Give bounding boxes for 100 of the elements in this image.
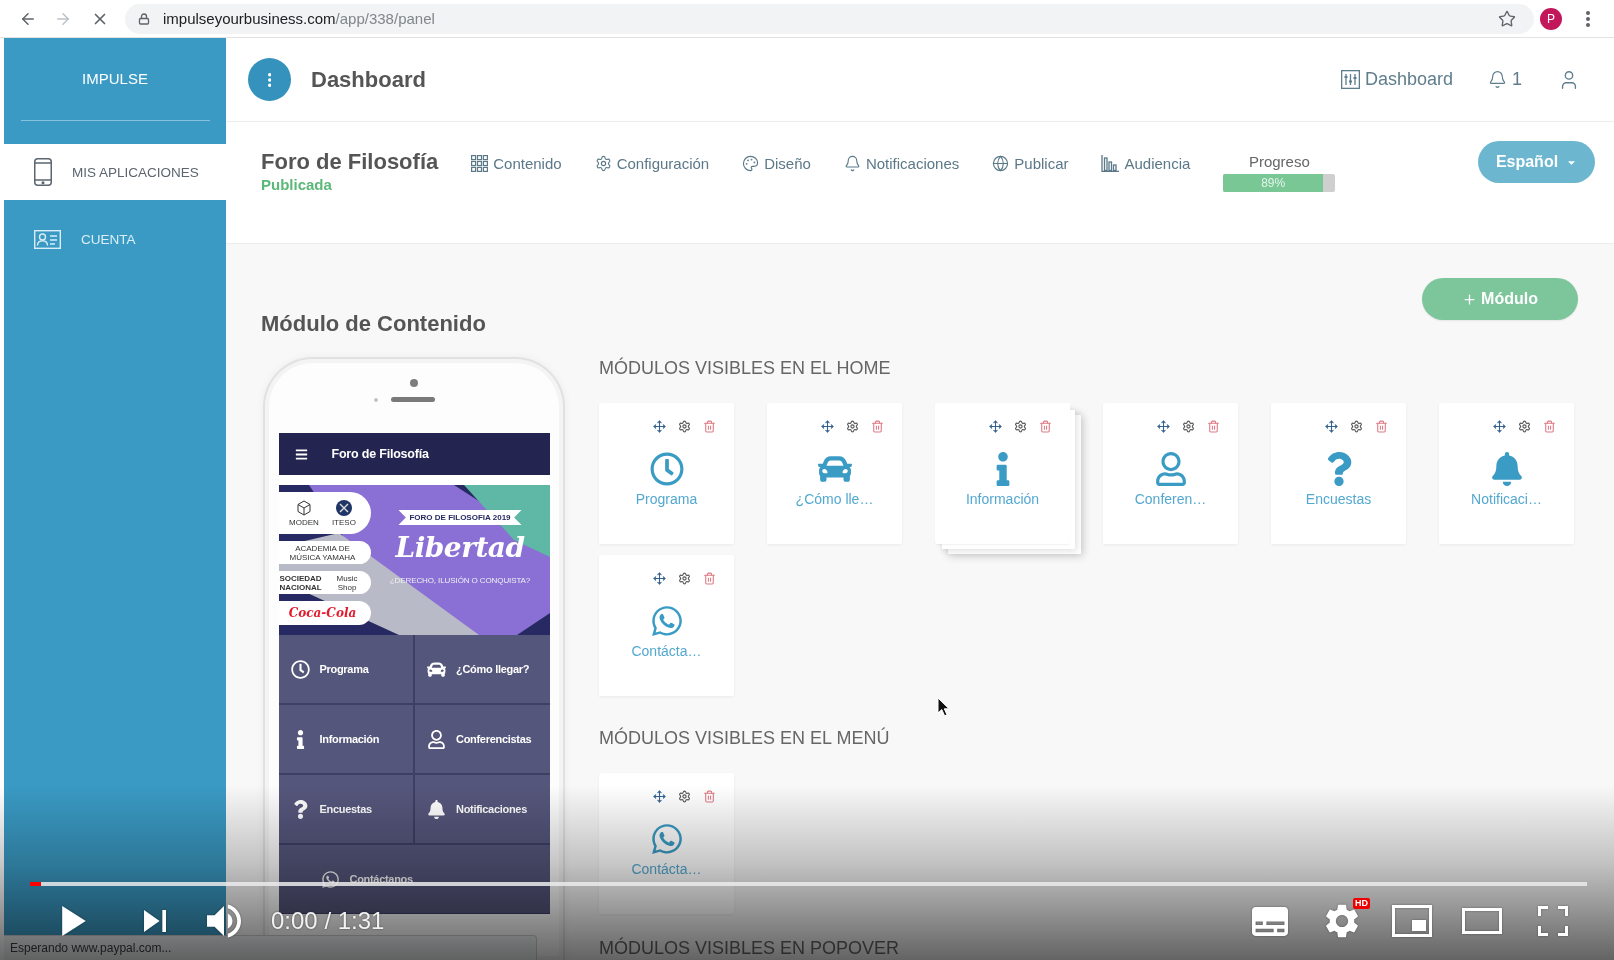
app-menu-item[interactable]: Contáctanos bbox=[278, 845, 550, 913]
module-card[interactable]: Programa bbox=[599, 403, 734, 544]
user-icon bbox=[1153, 452, 1188, 486]
module-card[interactable]: Conferen… bbox=[1103, 403, 1238, 544]
move-handle-icon[interactable] bbox=[821, 420, 834, 433]
move-handle-icon[interactable] bbox=[653, 572, 666, 585]
sidebar-item[interactable]: CUENTA bbox=[4, 211, 226, 267]
sponsor-name: MODEN bbox=[289, 517, 319, 527]
settings-icon bbox=[594, 154, 612, 172]
status-message: Esperando www.paypal.com... bbox=[4, 935, 537, 960]
smartphone-icon bbox=[34, 158, 52, 186]
module-card[interactable]: Notificaci… bbox=[1439, 403, 1574, 544]
trash-icon[interactable] bbox=[703, 790, 716, 803]
settings-icon bbox=[1326, 904, 1358, 938]
move-handle-icon[interactable] bbox=[1157, 420, 1170, 433]
subtitles-button[interactable] bbox=[1252, 906, 1288, 936]
nav-link[interactable]: Contenido bbox=[471, 151, 562, 175]
move-handle-icon[interactable] bbox=[1493, 420, 1506, 433]
module-card[interactable]: Contácta… bbox=[599, 555, 734, 696]
settings-icon[interactable] bbox=[678, 572, 691, 585]
module-label: Conferen… bbox=[1134, 490, 1207, 508]
move-handle-icon[interactable] bbox=[653, 420, 666, 433]
trash-icon[interactable] bbox=[1543, 420, 1556, 433]
profile-button[interactable]: P bbox=[1540, 7, 1562, 30]
app-menu-item[interactable]: Información bbox=[278, 705, 413, 773]
module-card[interactable]: ¿Cómo lle… bbox=[767, 403, 902, 544]
settings-icon[interactable] bbox=[678, 420, 691, 433]
play-icon bbox=[62, 906, 86, 936]
move-handle-icon[interactable] bbox=[1325, 420, 1338, 433]
nav-link[interactable]: Diseño bbox=[742, 151, 811, 175]
brand-name: IMPULSE bbox=[82, 70, 148, 88]
nav-link[interactable]: Publicar bbox=[992, 151, 1069, 175]
address-bar[interactable]: impulseyourbusiness.com/app/338/panel bbox=[125, 3, 1534, 34]
progress-label: Progreso bbox=[1248, 153, 1310, 171]
next-button[interactable] bbox=[144, 910, 166, 932]
module-label: Encuestas bbox=[1305, 490, 1372, 508]
trash-icon[interactable] bbox=[703, 572, 716, 585]
phone-bubble-icon bbox=[649, 604, 684, 638]
sponsor-name: ACADEMIA DE MÚSICA YAMAHA bbox=[288, 543, 357, 562]
play-button[interactable] bbox=[62, 906, 86, 936]
section-heading: MÓDULOS VISIBLES EN EL HOME bbox=[599, 358, 891, 378]
skip-next-icon bbox=[144, 910, 166, 932]
settings-icon[interactable] bbox=[1350, 420, 1363, 433]
banner-ribbon: FORO DE FILOSOFIA 2019 bbox=[398, 510, 522, 525]
cube-logo-icon bbox=[297, 499, 311, 516]
page-title: Dashboard bbox=[311, 66, 426, 93]
settings-icon[interactable] bbox=[846, 420, 859, 433]
banner-headline: Libertad bbox=[395, 531, 525, 565]
trash-icon[interactable] bbox=[703, 420, 716, 433]
kebab-menu-icon bbox=[1586, 10, 1590, 27]
module-label: Notificaci… bbox=[1471, 490, 1542, 508]
sidebar-item[interactable]: MIS APLICACIONES bbox=[4, 144, 226, 200]
subtitles-icon bbox=[1252, 906, 1288, 936]
notifications-button[interactable]: 1 bbox=[1488, 69, 1522, 90]
nav-link[interactable]: Notificaciones bbox=[843, 151, 960, 175]
bell-icon bbox=[427, 799, 446, 819]
move-handle-icon[interactable] bbox=[989, 420, 1002, 433]
app-menu-item[interactable]: Notificaciones bbox=[415, 775, 550, 843]
module-card[interactable]: Contácta… bbox=[599, 773, 734, 914]
settings-button[interactable] bbox=[1326, 904, 1358, 938]
status-label: Publicada bbox=[261, 176, 333, 194]
bookmark-star-icon[interactable] bbox=[1498, 9, 1516, 28]
video-progress-track[interactable] bbox=[30, 882, 1587, 886]
module-card[interactable]: Encuestas bbox=[1271, 403, 1406, 544]
theater-mode-button[interactable] bbox=[1462, 908, 1502, 934]
trash-icon[interactable] bbox=[1207, 420, 1220, 433]
move-handle-icon[interactable] bbox=[653, 790, 666, 803]
globe-icon bbox=[992, 154, 1010, 172]
trash-icon[interactable] bbox=[871, 420, 884, 433]
progress-value: 89% bbox=[1261, 176, 1286, 190]
dashboard-link[interactable]: Dashboard bbox=[1340, 69, 1453, 90]
settings-icon[interactable] bbox=[678, 790, 691, 803]
nav-link[interactable]: Audiencia bbox=[1101, 151, 1191, 175]
app-menu-item[interactable]: Conferencistas bbox=[415, 705, 550, 773]
speaker-icon bbox=[390, 397, 435, 402]
sponsor-name: Coca-Cola bbox=[288, 606, 357, 620]
volume-button[interactable] bbox=[207, 904, 241, 938]
kebab-menu-icon bbox=[267, 72, 272, 87]
settings-icon[interactable] bbox=[1182, 420, 1195, 433]
user-icon bbox=[427, 729, 446, 749]
browser-menu-button[interactable] bbox=[1586, 10, 1590, 27]
app-menu-item[interactable]: ¿Cómo llegar? bbox=[415, 635, 550, 703]
settings-icon[interactable] bbox=[1518, 420, 1531, 433]
settings-icon[interactable] bbox=[1014, 420, 1027, 433]
menu-button[interactable] bbox=[248, 58, 291, 101]
section-heading: MÓDULOS VISIBLES EN POPOVER bbox=[599, 938, 900, 958]
trash-icon[interactable] bbox=[1375, 420, 1388, 433]
sensor-icon bbox=[373, 397, 378, 402]
app-menu-item[interactable]: Programa bbox=[278, 635, 413, 703]
app-menu-item[interactable]: Encuestas bbox=[278, 775, 413, 843]
car-icon bbox=[427, 659, 446, 679]
fullscreen-button[interactable] bbox=[1538, 906, 1568, 936]
miniplayer-icon bbox=[1392, 905, 1432, 937]
miniplayer-button[interactable] bbox=[1392, 905, 1432, 937]
sliders-icon bbox=[1340, 70, 1360, 89]
hamburger-menu-icon[interactable] bbox=[294, 447, 308, 461]
circle-logo-icon bbox=[335, 499, 352, 516]
nav-link[interactable]: Configuración bbox=[594, 151, 710, 175]
trash-icon[interactable] bbox=[1039, 420, 1052, 433]
phone-bubble-icon bbox=[649, 822, 684, 856]
